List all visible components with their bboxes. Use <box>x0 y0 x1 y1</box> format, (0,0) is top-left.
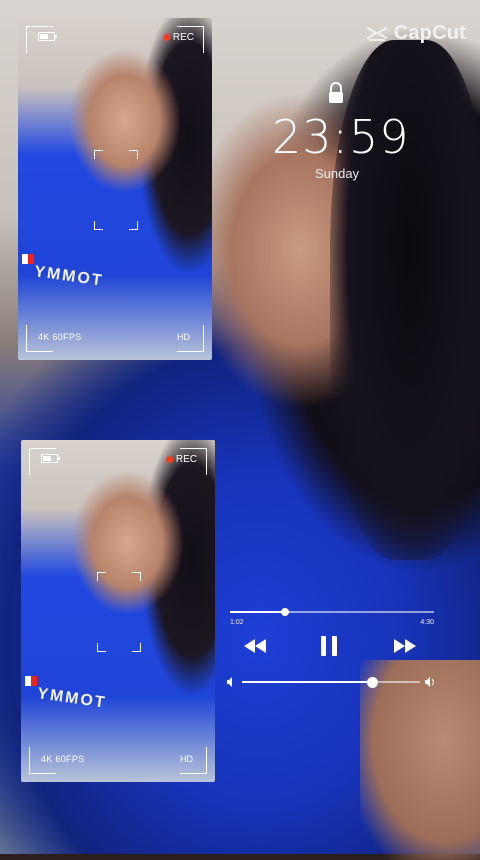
fps-label: 4K 60FPS <box>41 754 85 764</box>
volume-low-icon <box>227 677 232 687</box>
rec-label: REC <box>175 454 197 465</box>
camera-preview-card: REC YMMOT 4K 60FPS HD <box>18 18 212 360</box>
current-time: 1:02 <box>230 619 244 626</box>
rec-label: REC <box>172 32 194 43</box>
progress-fill <box>230 611 286 613</box>
total-time: 4:30 <box>420 619 434 626</box>
capcut-label: CapCut <box>393 22 466 44</box>
rec-indicator: REC <box>165 454 197 465</box>
volume-fill <box>242 681 372 683</box>
rec-dot-icon <box>165 456 173 463</box>
battery-icon <box>41 454 60 463</box>
focus-box <box>97 572 141 652</box>
quality-label: HD <box>177 332 190 342</box>
rewind-icon[interactable] <box>244 639 266 653</box>
volume-knob[interactable] <box>366 677 378 688</box>
rec-indicator: REC <box>162 32 194 43</box>
volume-row <box>226 675 436 689</box>
shirt-text: YMMOT <box>33 263 105 290</box>
volume-high-icon <box>425 677 434 687</box>
fast-forward-icon[interactable] <box>394 639 416 653</box>
music-player: 1:02 4:30 <box>226 605 436 695</box>
pause-icon[interactable] <box>320 636 338 656</box>
lockscreen-day: Sunday <box>314 166 360 181</box>
rec-dot-icon <box>162 34 170 41</box>
lock-icon <box>329 82 343 103</box>
camera-preview-card: REC YMMOT 4K 60FPS HD <box>21 440 215 782</box>
quality-label: HD <box>180 754 193 764</box>
fps-label: 4K 60FPS <box>38 332 82 342</box>
progress-bar[interactable] <box>230 608 434 616</box>
lockscreen-time: 23:59 <box>272 110 410 164</box>
shirt-text: YMMOT <box>36 685 108 712</box>
capcut-watermark: CapCut <box>366 22 466 45</box>
battery-icon <box>38 32 57 41</box>
capcut-logo-icon <box>366 26 387 41</box>
playback-controls <box>226 636 436 663</box>
shirt-flag-logo <box>25 676 37 686</box>
volume-slider[interactable] <box>242 677 420 688</box>
focus-box <box>94 150 138 230</box>
progress-knob[interactable] <box>281 608 290 616</box>
shirt-flag-logo <box>22 254 34 264</box>
